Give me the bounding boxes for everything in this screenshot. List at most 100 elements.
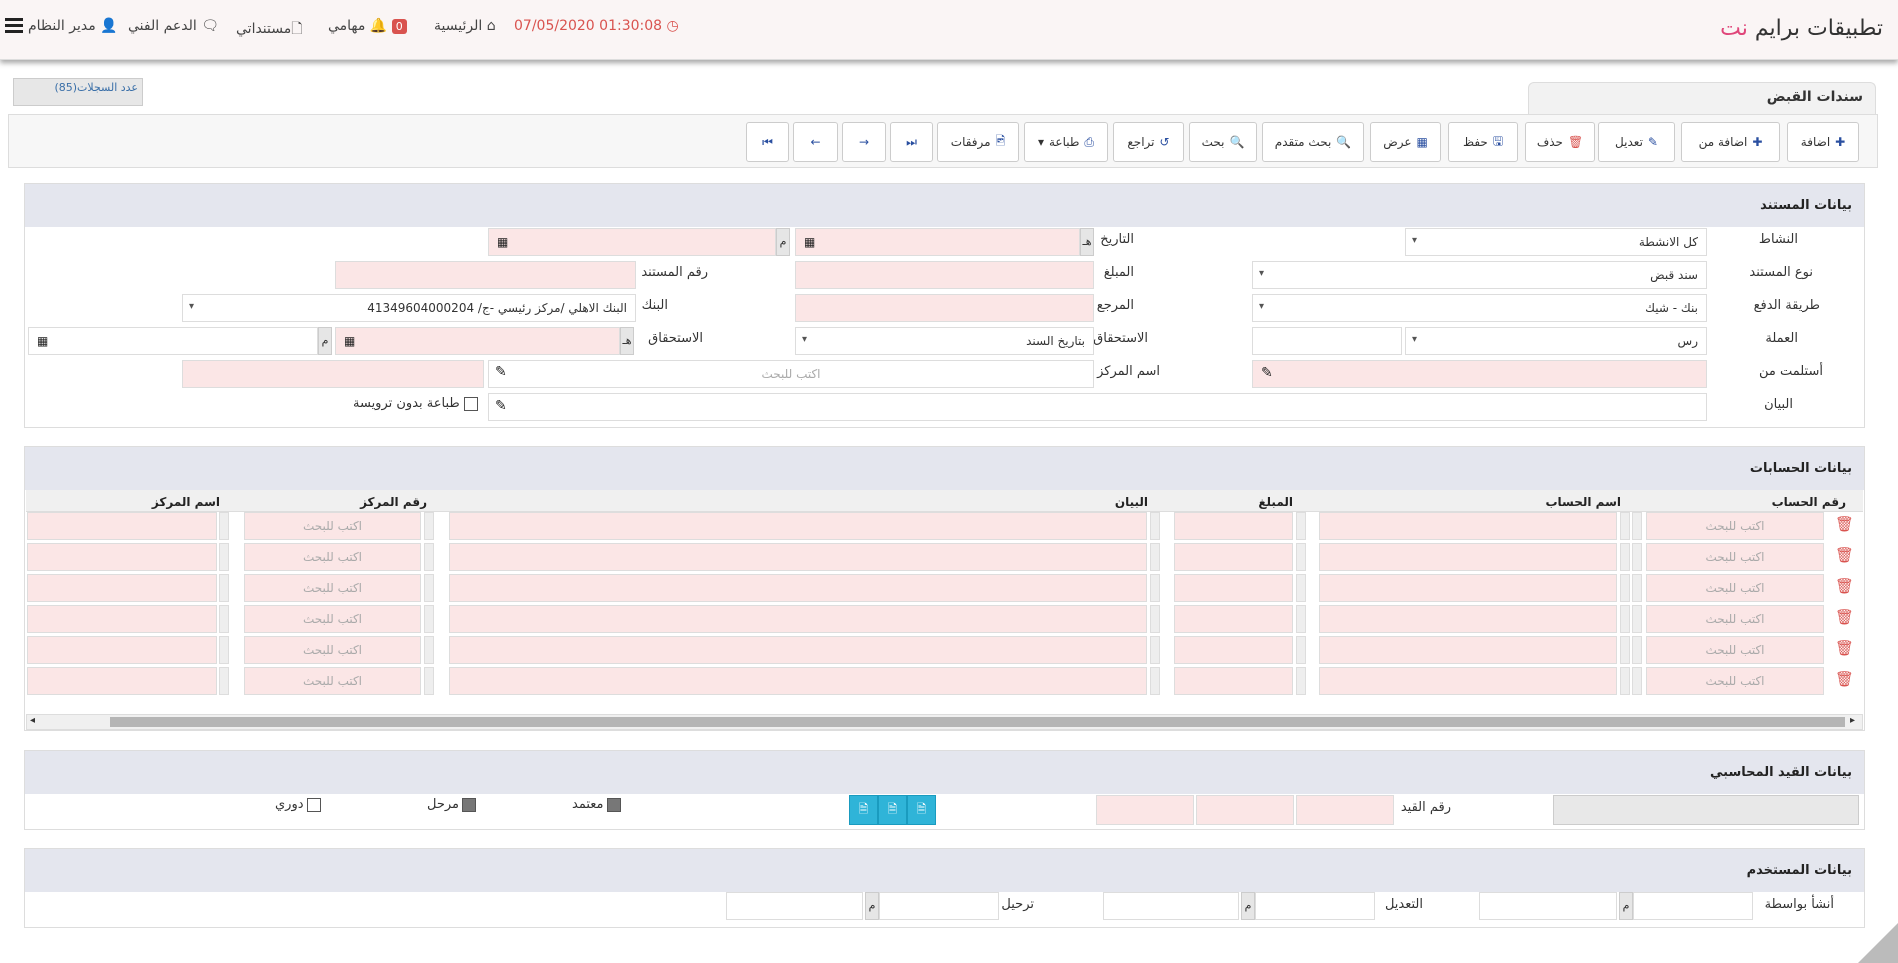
posted-option[interactable]: مرحل xyxy=(427,797,477,812)
pencil-icon[interactable]: ✎ xyxy=(1261,365,1273,381)
description-cell[interactable] xyxy=(449,512,1147,540)
account-number-cell[interactable]: اكتب للبحث xyxy=(1646,605,1824,633)
posting-by-input[interactable] xyxy=(726,892,863,920)
description-cell[interactable] xyxy=(449,605,1147,633)
entry-number-input[interactable] xyxy=(1296,795,1394,825)
posted-checkbox[interactable] xyxy=(462,797,477,812)
account-number-cell[interactable]: اكتب للبحث xyxy=(1646,574,1824,602)
center-number-cell[interactable]: اكتب للبحث xyxy=(244,605,421,633)
exchange-rate-input[interactable] xyxy=(1252,327,1402,355)
pencil-icon[interactable]: ✎ xyxy=(495,398,507,414)
doc-number-input[interactable] xyxy=(335,261,636,289)
trash-icon[interactable]: 🗑 xyxy=(1835,639,1854,659)
view-button[interactable]: ▦ عرض xyxy=(1370,122,1441,162)
account-name-cell[interactable] xyxy=(1319,605,1617,633)
created-by-date-input[interactable] xyxy=(1633,892,1753,920)
due-date-greg-input[interactable]: ▦ xyxy=(28,327,318,355)
reference-input[interactable] xyxy=(795,294,1094,322)
center-name-cell[interactable] xyxy=(27,636,217,664)
trash-icon[interactable]: 🗑 xyxy=(1835,577,1854,597)
trash-icon[interactable]: 🗑 xyxy=(1835,670,1854,690)
advanced-search-button[interactable]: 🔍 بحث متقدم xyxy=(1262,122,1364,162)
entry-field-2[interactable] xyxy=(1196,795,1294,825)
center-name-cell[interactable] xyxy=(27,574,217,602)
amount-cell[interactable] xyxy=(1174,574,1293,602)
scroll-right-icon[interactable]: ▸ xyxy=(1850,715,1855,726)
doc-type-select[interactable]: سند قبض xyxy=(1252,261,1707,289)
center-search-input[interactable]: اكتب للبحث xyxy=(488,360,1094,388)
modified-date-input[interactable] xyxy=(1255,892,1375,920)
center-number-cell[interactable]: اكتب للبحث xyxy=(244,543,421,571)
approved-checkbox[interactable] xyxy=(606,797,621,812)
description-cell[interactable] xyxy=(449,667,1147,695)
modified-by-input[interactable] xyxy=(1103,892,1239,920)
scroll-left-icon[interactable]: ◂ xyxy=(30,715,35,726)
description-cell[interactable] xyxy=(449,636,1147,664)
brand-logo[interactable]: تطبيقات برايم نت xyxy=(1720,16,1883,41)
delete-button[interactable]: 🗑 حذف xyxy=(1525,122,1595,162)
nav-tasks[interactable]: 0 🔔 مهامي xyxy=(328,18,407,34)
undo-button[interactable]: ↺ تراجع xyxy=(1113,122,1184,162)
currency-select[interactable]: رس xyxy=(1405,327,1707,355)
periodic-checkbox[interactable] xyxy=(306,797,321,812)
center-name-cell[interactable] xyxy=(27,512,217,540)
center-number-cell[interactable]: اكتب للبحث xyxy=(244,636,421,664)
created-by-input[interactable] xyxy=(1479,892,1617,920)
account-name-cell[interactable] xyxy=(1319,636,1617,664)
amount-input[interactable] xyxy=(795,261,1094,289)
activity-select[interactable]: كل الانشطة xyxy=(1405,228,1707,256)
pdf-icon[interactable]: 🗎 xyxy=(907,795,936,825)
amount-cell[interactable] xyxy=(1174,543,1293,571)
trash-icon[interactable]: 🗑 xyxy=(1835,515,1854,535)
date-hijri-input[interactable]: ▦ xyxy=(795,228,1080,256)
posting-date-input[interactable] xyxy=(879,892,999,920)
page-title[interactable]: سندات القبض xyxy=(1528,82,1876,114)
payment-method-select[interactable]: بنك - شيك xyxy=(1252,294,1707,322)
account-number-cell[interactable]: اكتب للبحث xyxy=(1646,636,1824,664)
center-name-cell[interactable] xyxy=(27,543,217,571)
amount-cell[interactable] xyxy=(1174,667,1293,695)
excel-icon[interactable]: 🗎 xyxy=(849,795,878,825)
next-record-button[interactable]: → xyxy=(842,122,886,162)
description-cell[interactable] xyxy=(449,543,1147,571)
entry-field-3[interactable] xyxy=(1096,795,1194,825)
center-name-cell[interactable] xyxy=(27,605,217,633)
edit-button[interactable]: ✎ تعديل xyxy=(1598,122,1675,162)
account-name-cell[interactable] xyxy=(1319,543,1617,571)
menu-icon[interactable] xyxy=(5,18,23,34)
amount-cell[interactable] xyxy=(1174,605,1293,633)
approved-option[interactable]: معتمد xyxy=(572,797,621,812)
first-record-button[interactable]: ⏮ xyxy=(746,122,789,162)
account-name-cell[interactable] xyxy=(1319,512,1617,540)
amount-cell[interactable] xyxy=(1174,636,1293,664)
date-greg-input[interactable]: ▦ xyxy=(488,228,776,256)
bank-select[interactable]: البنك الاهلي /مركز رئيسي -ج/ 41349604000… xyxy=(182,294,636,322)
word-icon[interactable]: 🗎 xyxy=(878,795,907,825)
received-from-input[interactable]: ✎ xyxy=(1252,360,1707,388)
trash-icon[interactable]: 🗑 xyxy=(1835,546,1854,566)
last-record-button[interactable]: ⏭ xyxy=(890,122,933,162)
center-number-cell[interactable]: اكتب للبحث xyxy=(244,512,421,540)
nav-admin[interactable]: 👤 مدير النظام xyxy=(28,18,118,34)
account-number-cell[interactable]: اكتب للبحث xyxy=(1646,667,1824,695)
previous-record-button[interactable]: ← xyxy=(793,122,838,162)
account-number-cell[interactable]: اكتب للبحث xyxy=(1646,512,1824,540)
account-name-cell[interactable] xyxy=(1319,574,1617,602)
save-button[interactable]: 🖫 حفظ xyxy=(1448,122,1518,162)
nav-documents[interactable]: 🗋مستنداتي xyxy=(236,18,303,42)
description-input[interactable] xyxy=(488,393,1707,421)
description-cell[interactable] xyxy=(449,574,1147,602)
search-button[interactable]: 🔍 بحث xyxy=(1189,122,1257,162)
due-select[interactable]: بتاريخ السند xyxy=(795,327,1094,355)
account-name-cell[interactable] xyxy=(1319,667,1617,695)
pencil-icon[interactable]: ✎ xyxy=(495,364,507,380)
center-name-input[interactable] xyxy=(182,360,484,388)
add-button[interactable]: ✚ اضافة xyxy=(1787,122,1859,162)
print-no-header-option[interactable]: طباعة بدون ترويسة xyxy=(353,396,478,411)
trash-icon[interactable]: 🗑 xyxy=(1835,608,1854,628)
print-no-header-checkbox[interactable] xyxy=(463,396,478,411)
center-number-cell[interactable]: اكتب للبحث xyxy=(244,667,421,695)
periodic-option[interactable]: دوري xyxy=(275,797,321,812)
nav-support[interactable]: 🗨 الدعم الفني xyxy=(128,18,219,34)
nav-home[interactable]: ⌂ الرئيسية xyxy=(434,18,496,34)
